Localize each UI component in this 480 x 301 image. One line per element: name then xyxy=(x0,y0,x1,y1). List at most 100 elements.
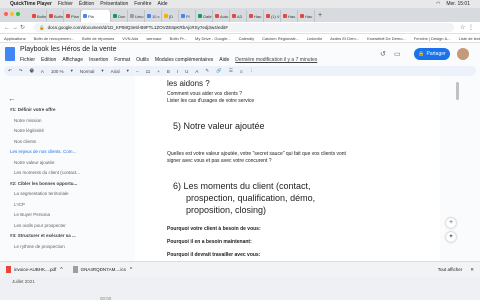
docs-menu-item[interactable]: Edition xyxy=(41,57,56,63)
back-arrow-icon[interactable]: ← xyxy=(8,94,16,103)
browser-tab[interactable]: Umo xyxy=(128,10,145,22)
bookmark-item[interactable]: Bofin de recrupemen... xyxy=(34,36,74,41)
close-icon[interactable]: ✕ xyxy=(470,267,474,273)
toolbar-control[interactable]: − xyxy=(136,69,139,74)
menu-edition[interactable]: Édition xyxy=(79,0,94,8)
menu-aide[interactable]: Aide xyxy=(158,0,168,8)
download-item[interactable]: invoice-AUBHK....pdf ^ xyxy=(6,266,63,273)
docs-menu-item[interactable]: Insertion xyxy=(89,57,108,63)
browser-tab[interactable]: Don xyxy=(111,10,128,22)
docs-menu-item[interactable]: Aide xyxy=(219,57,229,63)
minimize-window-button[interactable] xyxy=(10,12,14,16)
toolbar-control[interactable]: 🔗 xyxy=(216,68,222,74)
docs-menu-item[interactable]: Format xyxy=(114,57,130,63)
browser-tab[interactable]: [D xyxy=(162,10,179,22)
toolbar-control[interactable]: ✎ xyxy=(205,68,209,74)
browser-tab[interactable]: Bofin xyxy=(30,10,47,22)
toolbar-control[interactable]: 11 xyxy=(146,69,151,74)
docs-menu-item[interactable]: Affichage xyxy=(62,57,83,63)
toolbar-control[interactable]: Arial xyxy=(111,69,120,74)
doc-title[interactable]: Playbook les Héros de la vente xyxy=(20,46,117,53)
browser-tab[interactable]: A3 xyxy=(230,10,247,22)
toolbar-control[interactable]: ↶ xyxy=(8,68,12,74)
browser-tab[interactable]: Auto xyxy=(213,10,230,22)
toolbar-control[interactable]: ▾ xyxy=(127,68,129,74)
last-modified-link[interactable]: Dernière modification il y a 7 minutes xyxy=(235,57,317,63)
toolbar-control[interactable]: A xyxy=(195,69,198,74)
toolbar-control[interactable]: ☰ xyxy=(229,68,233,74)
browser-tab[interactable]: Pl xyxy=(179,10,196,22)
bookmark-item[interactable]: Calendly xyxy=(239,36,255,41)
outline-item[interactable]: #1: Définir votre offre xyxy=(10,105,114,116)
scrollbar-thumb[interactable] xyxy=(456,82,459,100)
toolbar-control[interactable]: 100 % xyxy=(51,69,64,74)
browser-tab[interactable]: Pla xyxy=(81,10,111,22)
toolbar-control[interactable]: ↷ xyxy=(19,68,23,74)
bookmark-item[interactable]: Knowlebit De Demo... xyxy=(367,36,406,41)
bookmark-item[interactable]: VVN Ads xyxy=(122,36,138,41)
bookmark-item[interactable]: Bofin Pr... xyxy=(170,36,187,41)
browser-tab[interactable]: Hau xyxy=(281,10,298,22)
outline-item[interactable]: Nos clients xyxy=(10,137,114,148)
toolbar-control[interactable]: ▾ xyxy=(71,68,73,74)
avatar[interactable] xyxy=(457,48,469,60)
bookmark-item[interactable]: Bofin de réponses xyxy=(82,36,114,41)
chevron-up-icon[interactable]: ^ xyxy=(60,267,62,273)
show-all-downloads-link[interactable]: Tout afficher xyxy=(438,267,462,272)
outline-item[interactable]: Les moments du client (contact... xyxy=(10,168,114,179)
bookmark-item[interactable]: wennaur xyxy=(146,36,161,41)
outline-item[interactable]: Le rythme de prospection xyxy=(10,242,114,253)
toolbar-control[interactable]: I xyxy=(177,69,178,74)
outline-item[interactable]: Notre valeur ajoutée xyxy=(10,158,114,169)
share-button[interactable]: 🔒 Partager xyxy=(414,48,450,60)
url-field[interactable]: 🔒 docs.google.com/document/d/1D_KPtMQ3e5… xyxy=(34,23,454,32)
bookmark-item[interactable]: Applications xyxy=(4,36,26,41)
bookmark-item[interactable]: Acdes Et Dem... xyxy=(330,36,359,41)
clock[interactable]: Mer. 15:01 xyxy=(446,0,470,8)
bookmark-item[interactable]: My Drive - Google... xyxy=(195,36,231,41)
history-icon[interactable]: ↺ xyxy=(380,50,386,58)
docs-menu-item[interactable]: Modules complémentaires xyxy=(155,57,213,63)
explore-icon[interactable]: ✦ xyxy=(446,232,456,242)
browser-tab[interactable]: 10 c xyxy=(145,10,162,22)
toolbar-control[interactable]: 🖶 xyxy=(30,67,34,75)
outline-item[interactable]: La segmentation territoriale xyxy=(10,189,114,200)
browser-tab[interactable]: Hau xyxy=(247,10,264,22)
bookmark-item[interactable]: LinkedIn xyxy=(307,36,322,41)
docs-menu-item[interactable]: Outils xyxy=(136,57,149,63)
new-tab-button[interactable]: + xyxy=(318,10,322,22)
menu-fichier[interactable]: Fichier xyxy=(58,0,73,8)
browser-tab[interactable]: Hau xyxy=(298,10,315,22)
chevron-up-icon[interactable]: ^ xyxy=(130,267,132,273)
download-item[interactable]: GNA4RQDN7AM....ics ^ xyxy=(72,266,132,273)
extensions-icon[interactable]: ⋮ xyxy=(468,24,476,31)
toolbar-control[interactable]: A xyxy=(41,69,44,74)
menu-presentation[interactable]: Présentation xyxy=(100,0,128,8)
docs-logo-icon[interactable] xyxy=(5,47,15,61)
toolbar-control[interactable]: ▾ xyxy=(101,68,103,74)
browser-tab[interactable]: Gatin xyxy=(196,10,213,22)
outline-item[interactable]: #3: Structurer et exécuter sa ... xyxy=(10,231,114,242)
toolbar-control[interactable]: U xyxy=(185,69,188,74)
toolbar-control[interactable]: Normal xyxy=(80,69,95,74)
browser-tab[interactable]: Plan xyxy=(64,10,81,22)
bookmark-item[interactable]: Liste de lecture xyxy=(459,36,480,41)
toolbar-control[interactable]: + xyxy=(157,69,160,74)
star-icon[interactable]: ☆ xyxy=(460,24,468,31)
toolbar-control[interactable]: ⋮ xyxy=(250,68,255,74)
outline-item[interactable]: Les enjeux de nos clients. Com... xyxy=(10,147,114,158)
document-page[interactable]: les aidons ? Comment vous aider vos clie… xyxy=(135,76,440,261)
outline-item[interactable]: Les outils pour prospecter xyxy=(10,221,114,232)
toolbar-control[interactable]: B xyxy=(167,69,170,74)
outline-item[interactable]: L'ICP xyxy=(10,200,114,211)
bookmark-item[interactable]: Calcium Régionale... xyxy=(262,36,299,41)
reload-icon[interactable]: ↻ xyxy=(20,24,28,31)
browser-tab[interactable]: (1) V xyxy=(264,10,281,22)
outline-item[interactable]: Notre mission xyxy=(10,116,114,127)
bookmark-item[interactable]: Ferrobe | Design &... xyxy=(414,36,451,41)
close-window-button[interactable] xyxy=(4,12,8,16)
back-arrow-icon[interactable]: ← xyxy=(4,25,12,31)
wifi-icon[interactable]: ◠ xyxy=(436,0,440,8)
browser-tab[interactable]: Bofin xyxy=(47,10,64,22)
app-name[interactable]: QuickTime Player xyxy=(10,0,52,8)
